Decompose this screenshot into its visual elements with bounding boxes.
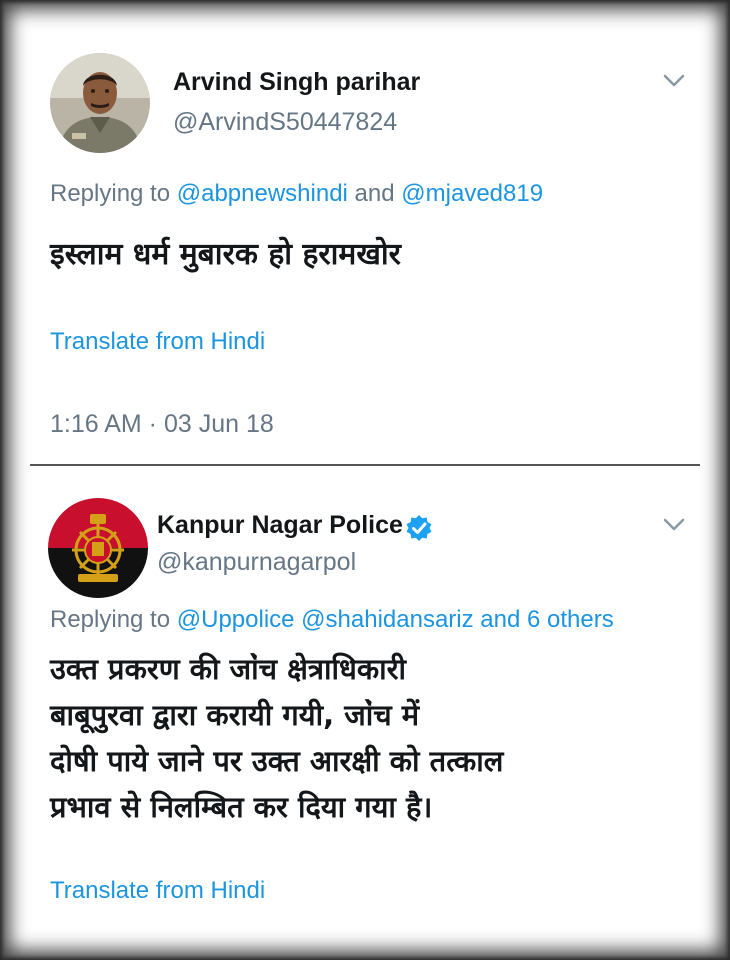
tweet-text-line: प्रभाव से निलम्बित कर दिया गया है। [50, 790, 433, 824]
mention-link[interactable]: @mjaved819 [401, 180, 543, 207]
avatar[interactable] [50, 53, 150, 153]
replying-to-line: Replying to @abpnewshindi and @mjaved819 [50, 180, 543, 208]
replying-joiner: and [347, 180, 402, 207]
display-name[interactable]: Arvind Singh parihar [173, 68, 420, 97]
mention-links[interactable]: @Uppolice @shahidansariz and 6 others [177, 606, 614, 633]
verified-badge-icon [406, 515, 432, 541]
user-handle[interactable]: @kanpurnagarpol [157, 548, 356, 577]
chevron-down-icon[interactable] [663, 74, 685, 88]
replying-to-label: Replying to [50, 606, 177, 633]
avatar[interactable] [48, 498, 148, 598]
tweet[interactable]: Arvind Singh parihar @ArvindS50447824 Re… [0, 0, 730, 465]
tweet[interactable]: Kanpur Nagar Police @kanpurnagarpol Repl… [0, 466, 730, 960]
translate-link[interactable]: Translate from Hindi [50, 877, 265, 905]
screenshot-frame: Arvind Singh parihar @ArvindS50447824 Re… [0, 0, 730, 960]
display-name[interactable]: Kanpur Nagar Police [157, 511, 403, 540]
user-handle[interactable]: @ArvindS50447824 [173, 108, 397, 137]
tweet-text: इस्लाम धर्म मुबारक हो हरामखोर [50, 237, 401, 272]
mention-link[interactable]: @abpnewshindi [177, 180, 348, 207]
tweet-text-line: उक्त प्रकरण की जा॓ंच क्षेत्राधिकारी [50, 652, 406, 686]
tweet-text-line: दोषी पाये जाने पर उक्त आरक्षी को तत्काल [50, 744, 504, 778]
tweet-text: उक्त प्रकरण की जा॓ंच क्षेत्राधिकारी बाबू… [50, 646, 700, 830]
replying-to-label: Replying to [50, 180, 177, 207]
replying-to-line: Replying to @Uppolice @shahidansariz and… [50, 606, 614, 634]
chevron-down-icon[interactable] [663, 518, 685, 532]
tweet-timestamp[interactable]: 1:16 AM · 03 Jun 18 [50, 410, 274, 439]
translate-link[interactable]: Translate from Hindi [50, 328, 265, 356]
tweet-text-line: बाबूपुरवा द्वारा करायी गयी, जा॓ंच में [50, 698, 420, 732]
